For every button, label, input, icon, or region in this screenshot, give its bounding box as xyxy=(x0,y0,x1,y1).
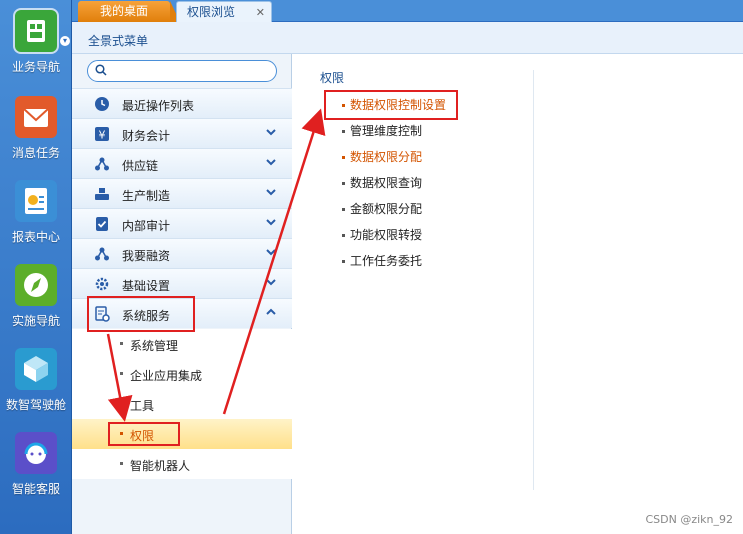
app-window: 业务导航 ▾ 消息任务 报表中心 实施导航 数智驾驶舱 智能客服 我的桌面 权限… xyxy=(0,0,743,534)
annotation-arrows xyxy=(106,108,326,422)
arrow-annotation xyxy=(222,108,326,415)
arrow-annotation xyxy=(106,333,133,422)
